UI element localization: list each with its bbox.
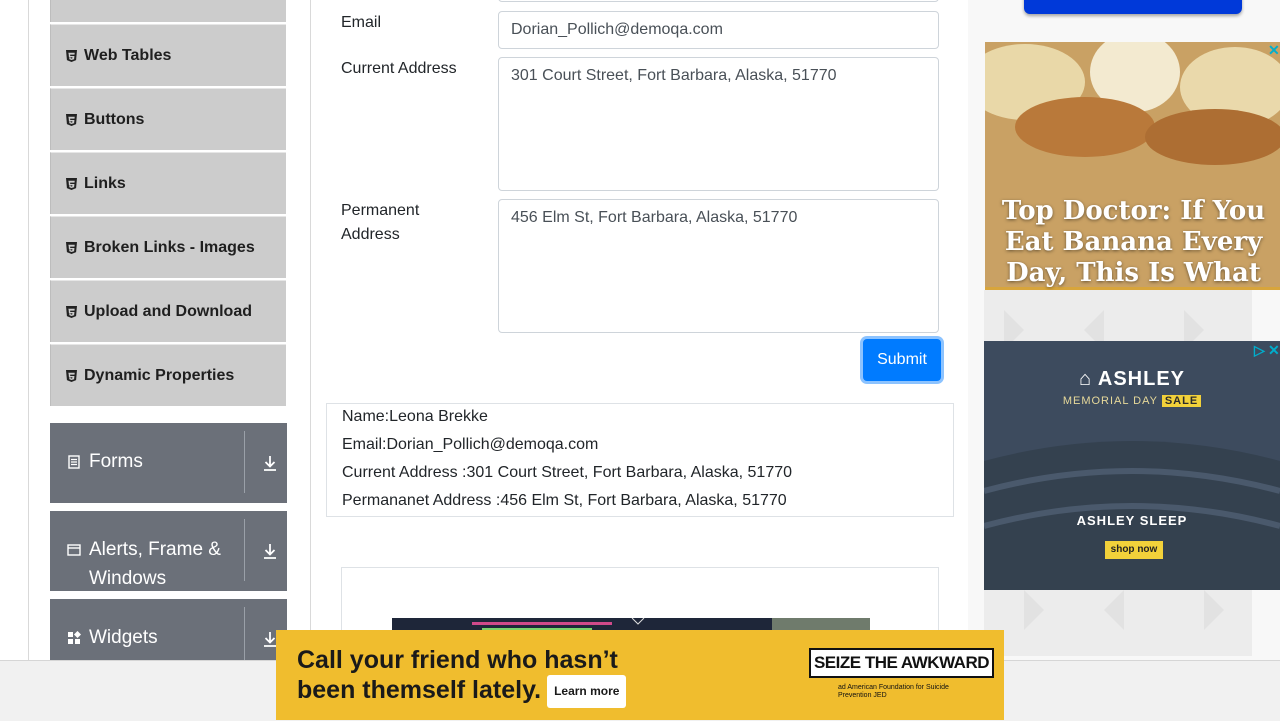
sidebar-right-border — [310, 0, 311, 660]
sidebar-item-label: Broken Links - Images — [84, 238, 255, 256]
group-divider — [244, 519, 245, 581]
sidebar-item-web-tables[interactable]: Web Tables — [50, 24, 286, 86]
output-email: Email:Dorian_Pollich@demoqa.com — [342, 436, 599, 453]
banana-ad-headline: Top Doctor: If You Eat Banana Every Day,… — [1001, 196, 1266, 290]
sidebar-item-dynamic-properties[interactable]: Dynamic Properties — [50, 344, 286, 406]
sidebar-item-label: Dynamic Properties — [84, 366, 235, 384]
download-arrow-icon[interactable] — [261, 454, 279, 472]
bottom-ad-headline: Call your friend who hasn’t been themsel… — [297, 646, 627, 708]
sidebar-left-border — [28, 0, 29, 660]
html5-icon — [66, 49, 77, 62]
email-field[interactable] — [498, 11, 939, 49]
html5-icon — [66, 113, 77, 126]
permanent-address-field[interactable]: 456 Elm St, Fort Barbara, Alaska, 51770 — [498, 199, 939, 333]
sidebar-item-label: Links — [84, 174, 126, 192]
ashley-shop-button[interactable]: shop now — [1105, 541, 1163, 559]
document-icon — [68, 455, 80, 469]
group-divider — [244, 431, 245, 493]
bottom-banner-ad[interactable]: Call your friend who hasn’t been themsel… — [276, 630, 1004, 720]
sidebar-group-forms[interactable]: Forms — [50, 423, 287, 503]
name-field-partial[interactable] — [498, 0, 939, 2]
ashley-brand-text: ASHLEY — [1097, 368, 1186, 390]
banana-ad[interactable]: Top Doctor: If You Eat Banana Every Day,… — [985, 42, 1280, 290]
right-top-button[interactable] — [1024, 0, 1242, 14]
bottom-ad-line2: been themself lately. — [297, 676, 542, 705]
seize-the-awkward-logo: SEIZE THE AWKWARD — [809, 648, 994, 678]
output-permanent-address: Permananet Address :456 Elm St, Fort Bar… — [342, 492, 787, 509]
group-label: Forms — [89, 451, 143, 472]
sidebar-item-label: Web Tables — [84, 46, 172, 64]
adchoices-icon[interactable]: ▷ — [1254, 343, 1265, 357]
ashley-sleep: ASHLEY SLEEP — [1076, 513, 1188, 528]
current-address-label: Current Address — [341, 60, 457, 77]
current-address-field[interactable]: 301 Court Street, Fort Barbara, Alaska, … — [498, 57, 939, 191]
window-icon — [67, 544, 81, 556]
sidebar-item-upload-download[interactable]: Upload and Download — [50, 280, 286, 342]
permanent-address-label-line2: Address — [341, 226, 400, 243]
output-name: Name:Leona Brekke — [342, 408, 488, 425]
group-label: Alerts, Frame & — [89, 539, 221, 560]
ashley-memorial: MEMORIAL DAY — [1062, 395, 1158, 407]
sponsor-logos: ad American Foundation for Suicide Preve… — [838, 684, 949, 699]
sidebar-item-label: Upload and Download — [84, 302, 252, 320]
sidebar-item-links[interactable]: Links — [50, 152, 286, 214]
ashley-brand: ⌂ ASHLEY — [1078, 368, 1186, 390]
html5-icon — [66, 305, 77, 318]
email-label: Email — [341, 14, 382, 31]
bottom-ad-line1: Call your friend who hasn’t — [297, 646, 618, 674]
submit-button[interactable]: Submit — [863, 339, 941, 381]
sidebar-item-broken-links[interactable]: Broken Links - Images — [50, 216, 286, 278]
permanent-address-label: Permanent — [341, 202, 420, 219]
group-label-line2: Windows — [89, 568, 167, 589]
output-panel: Name:Leona Brekke Email:Dorian_Pollich@d… — [326, 403, 954, 517]
output-current-address: Current Address :301 Court Street, Fort … — [342, 464, 793, 481]
ashley-ad[interactable]: ⌂ ASHLEY MEMORIAL DAY SALE ASHLEY SLEEP … — [984, 341, 1280, 590]
learn-more-button[interactable]: Learn more — [547, 675, 627, 708]
download-arrow-icon[interactable] — [261, 542, 279, 560]
ashley-sale-badge: SALE — [1161, 395, 1202, 407]
close-icon[interactable]: ✕ — [1268, 43, 1280, 57]
sidebar-item-buttons[interactable]: Buttons — [50, 88, 286, 150]
sidebar-item-label: Buttons — [84, 110, 145, 128]
html5-icon — [66, 241, 77, 254]
group-label: Widgets — [89, 627, 158, 648]
html5-icon — [66, 177, 77, 190]
html5-icon — [66, 369, 77, 382]
sidebar-item-partial[interactable] — [50, 0, 286, 22]
widgets-icon — [68, 631, 81, 644]
ashley-subtitle: MEMORIAL DAY SALE — [984, 395, 1280, 407]
sidebar-group-alerts[interactable]: Alerts, Frame & Windows — [50, 511, 287, 591]
close-icon[interactable]: ✕ — [1268, 343, 1280, 357]
